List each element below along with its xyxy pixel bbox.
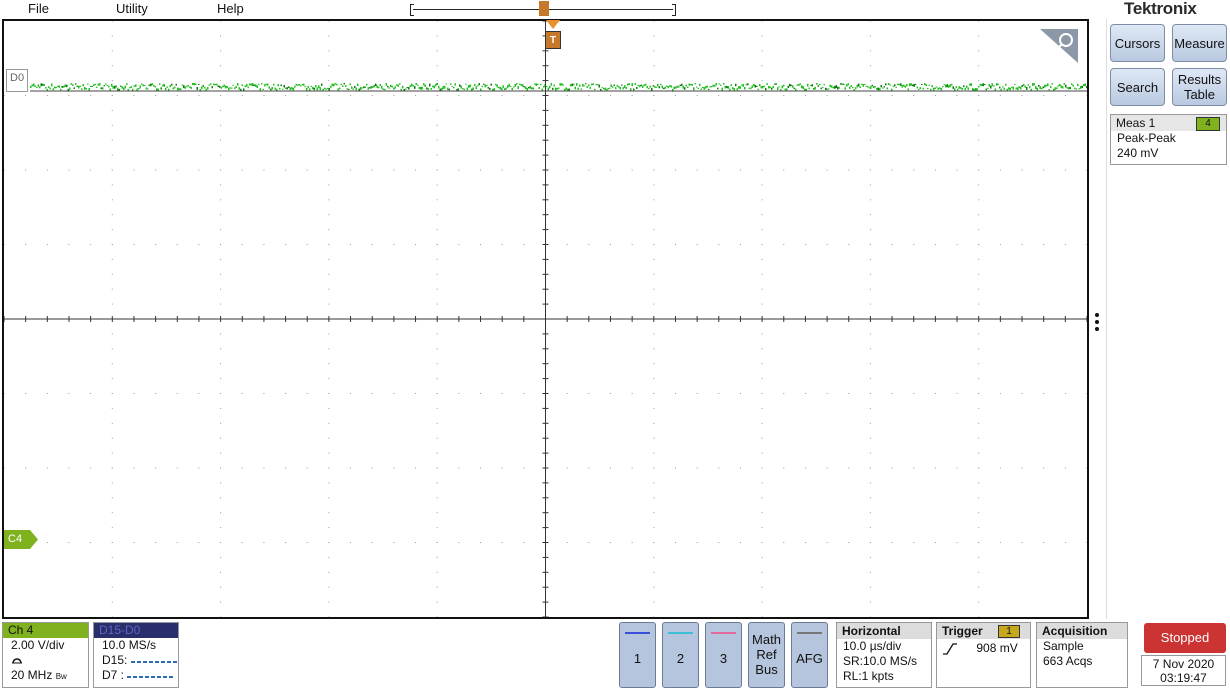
search-button[interactable]: Search bbox=[1110, 68, 1165, 106]
d0-trace bbox=[30, 83, 1087, 92]
trigger-badge[interactable]: Trigger 1 908 mV bbox=[936, 622, 1031, 688]
channel-1-label: 1 bbox=[633, 651, 642, 666]
acquisition-title: Acquisition bbox=[1037, 623, 1127, 639]
horizontal-title: Horizontal bbox=[837, 623, 931, 639]
horizontal-scale: 10.0 µs/div bbox=[843, 639, 902, 653]
results-table-button[interactable]: Results Table bbox=[1172, 68, 1227, 106]
afg-label: AFG bbox=[796, 651, 823, 666]
math-label: Math bbox=[752, 632, 781, 647]
trigger-channel-badge: 1 bbox=[998, 625, 1020, 638]
menu-utility[interactable]: Utility bbox=[116, 1, 148, 16]
dbus-d7-label: D7 : bbox=[102, 668, 125, 682]
more-options-icon[interactable] bbox=[1093, 313, 1101, 334]
acquisition-badge[interactable]: Acquisition Sample 663 Acqs bbox=[1036, 622, 1128, 688]
right-panel bbox=[1106, 19, 1230, 619]
dbus-d15-row: D15: bbox=[94, 653, 178, 668]
dbus-d7-row: D7 : bbox=[94, 668, 178, 683]
dbus-rate: 10.0 MS/s bbox=[102, 638, 157, 652]
rising-edge-icon bbox=[943, 643, 957, 655]
time-text: 03:19:47 bbox=[1160, 671, 1207, 685]
date-time: 7 Nov 2020 03:19:47 bbox=[1141, 655, 1226, 686]
meas-channel-badge: 4 bbox=[1196, 117, 1220, 131]
acquisition-mode: Sample bbox=[1043, 639, 1084, 653]
digital-d0-label[interactable]: D0 bbox=[6, 69, 28, 92]
ch4-bw-suffix: Bw bbox=[55, 672, 67, 681]
brand-logo: Tektronix bbox=[1124, 0, 1197, 18]
d15-bits-icon bbox=[130, 661, 177, 663]
dbus-title: D15-D0 bbox=[94, 623, 178, 638]
menu-file[interactable]: File bbox=[28, 1, 49, 16]
meas-type: Peak-Peak bbox=[1117, 131, 1176, 145]
horizontal-sample-rate: SR:10.0 MS/s bbox=[843, 654, 918, 668]
afg-button[interactable]: AFG bbox=[791, 622, 828, 688]
measurement-badge[interactable]: Meas 1 4 Peak-Peak 240 mV bbox=[1110, 114, 1227, 165]
channel-2-button[interactable]: 2 bbox=[662, 622, 699, 688]
zoom-icon[interactable] bbox=[1040, 27, 1080, 68]
trigger-title: Trigger bbox=[942, 624, 983, 638]
dc-coupling-icon bbox=[3, 653, 88, 668]
run-stop-status[interactable]: Stopped bbox=[1144, 623, 1226, 653]
channel-2-label: 2 bbox=[676, 651, 685, 666]
ch4-bw-value: 20 MHz bbox=[11, 668, 53, 682]
ch4-title: Ch 4 bbox=[3, 623, 88, 638]
trigger-position-marker[interactable]: T bbox=[545, 31, 561, 49]
record-trigger-marker bbox=[539, 1, 549, 16]
channel-3-button[interactable]: 3 bbox=[705, 622, 742, 688]
waveform-display[interactable] bbox=[2, 19, 1089, 619]
record-view-bar[interactable] bbox=[410, 1, 676, 16]
results-table-label-1: Results bbox=[1177, 72, 1222, 87]
ref-label: Ref bbox=[756, 647, 777, 662]
channel-3-label: 3 bbox=[719, 651, 728, 666]
menu-help[interactable]: Help bbox=[217, 1, 244, 16]
measure-button[interactable]: Measure bbox=[1172, 24, 1227, 62]
d7-bits-icon bbox=[127, 676, 174, 678]
ch4-bandwidth: 20 MHz Bw bbox=[3, 668, 88, 684]
trigger-level: 908 mV bbox=[976, 641, 1018, 655]
results-table-label-2: Table bbox=[1183, 87, 1216, 102]
settings-bar: Ch 4 2.00 V/div 20 MHz Bw D15-D0 10.0 MS… bbox=[0, 619, 1230, 691]
trigger-position-arrow bbox=[546, 20, 560, 29]
horizontal-badge[interactable]: Horizontal 10.0 µs/div SR:10.0 MS/s RL:1… bbox=[836, 622, 932, 688]
math-ref-bus-button[interactable]: Math Ref Bus bbox=[748, 622, 785, 688]
dbus-d15-label: D15: bbox=[102, 653, 128, 667]
channel-4-ground-marker[interactable]: C4 bbox=[4, 530, 38, 549]
digital-bus-badge[interactable]: D15-D0 10.0 MS/s D15: D7 : bbox=[93, 622, 179, 688]
c4-label-text: C4 bbox=[8, 533, 23, 545]
cursors-button[interactable]: Cursors bbox=[1110, 24, 1165, 62]
horizontal-record-length: RL:1 kpts bbox=[843, 669, 894, 683]
channel-4-badge[interactable]: Ch 4 2.00 V/div 20 MHz Bw bbox=[2, 622, 89, 688]
channel-1-button[interactable]: 1 bbox=[619, 622, 656, 688]
bus-label: Bus bbox=[755, 662, 778, 677]
acquisition-count: 663 Acqs bbox=[1043, 654, 1093, 668]
meas-value: 240 mV bbox=[1117, 146, 1159, 160]
graticule-grid bbox=[4, 21, 1087, 617]
date-text: 7 Nov 2020 bbox=[1152, 657, 1215, 671]
ch4-scale: 2.00 V/div bbox=[11, 638, 65, 652]
meas-title: Meas 1 bbox=[1116, 116, 1156, 130]
